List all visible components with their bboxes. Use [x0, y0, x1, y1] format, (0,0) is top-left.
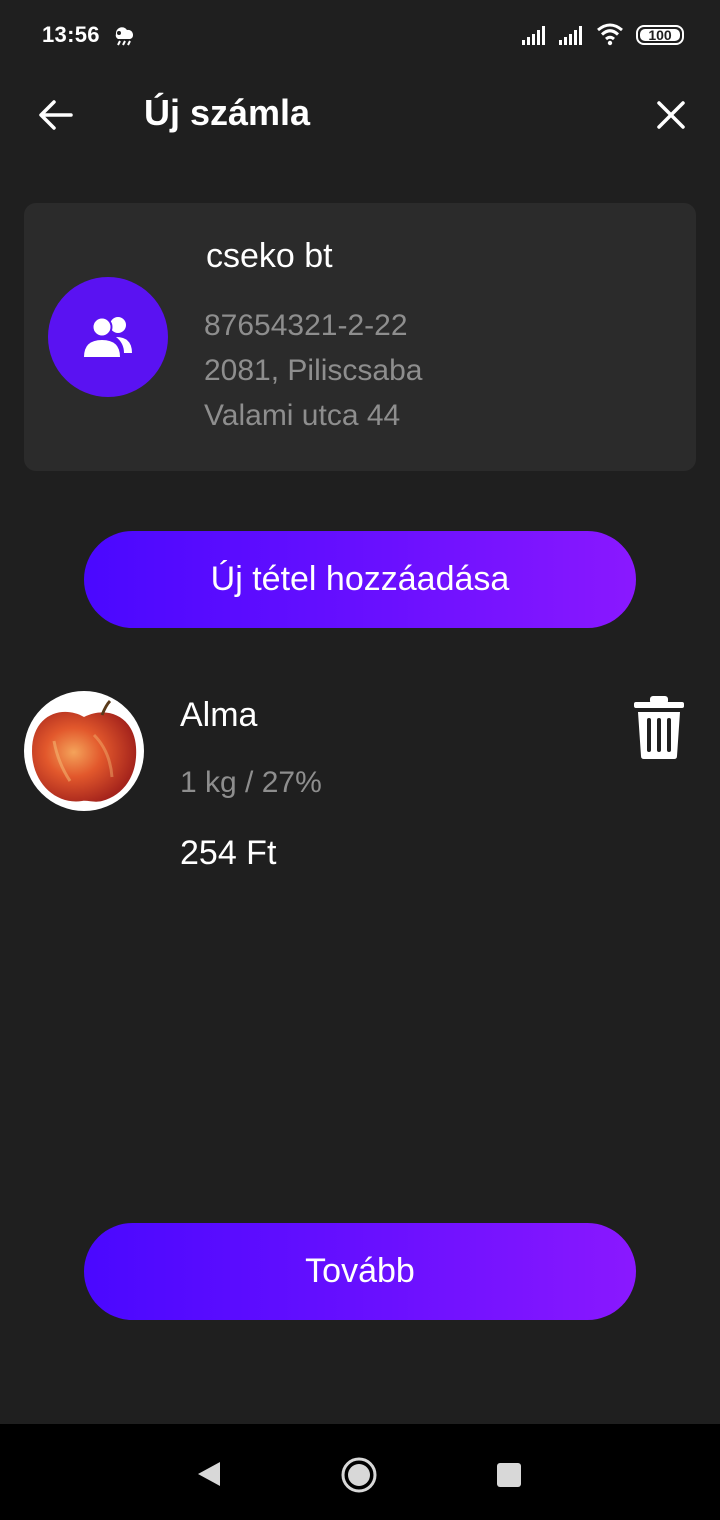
customer-card[interactable]: cseko bt 87654321-2-22 2081, Piliscsaba …	[24, 203, 696, 471]
users-icon	[84, 316, 132, 357]
battery-icon: 100	[636, 25, 684, 45]
trash-icon[interactable]	[632, 694, 686, 760]
wifi-icon	[597, 23, 623, 46]
arrow-left-icon	[39, 100, 73, 130]
page-title: Új számla	[144, 92, 311, 133]
status-bar: 13:56 100	[0, 0, 720, 70]
signal-icon	[559, 26, 582, 45]
nav-recents-icon[interactable]	[497, 1463, 521, 1487]
system-nav-bar	[0, 1424, 720, 1520]
app-bar: Új számla	[0, 70, 720, 160]
item-name: Alma	[180, 696, 258, 734]
close-button[interactable]	[646, 90, 696, 140]
list-item[interactable]: Alma 1 kg / 27% 254 Ft	[0, 680, 720, 890]
back-button[interactable]	[30, 90, 80, 140]
battery-level: 100	[648, 27, 672, 43]
customer-street: Valami utca 44	[204, 399, 401, 432]
next-button[interactable]: Tovább	[84, 1223, 636, 1320]
weather-notification-icon	[115, 27, 134, 46]
item-quantity-vat: 1 kg / 27%	[180, 766, 322, 799]
close-icon	[657, 101, 685, 129]
nav-back-icon[interactable]	[196, 1460, 222, 1488]
apple-image	[24, 691, 144, 811]
status-time: 13:56	[42, 22, 100, 47]
nav-home-icon[interactable]	[341, 1457, 377, 1493]
signal-icon	[522, 26, 545, 45]
customer-city: 2081, Piliscsaba	[204, 354, 423, 387]
customer-avatar	[48, 277, 168, 397]
customer-tax-number: 87654321-2-22	[204, 309, 408, 342]
item-price: 254 Ft	[180, 834, 277, 872]
add-item-button[interactable]: Új tétel hozzáadása	[84, 531, 636, 628]
customer-name: cseko bt	[206, 237, 333, 275]
